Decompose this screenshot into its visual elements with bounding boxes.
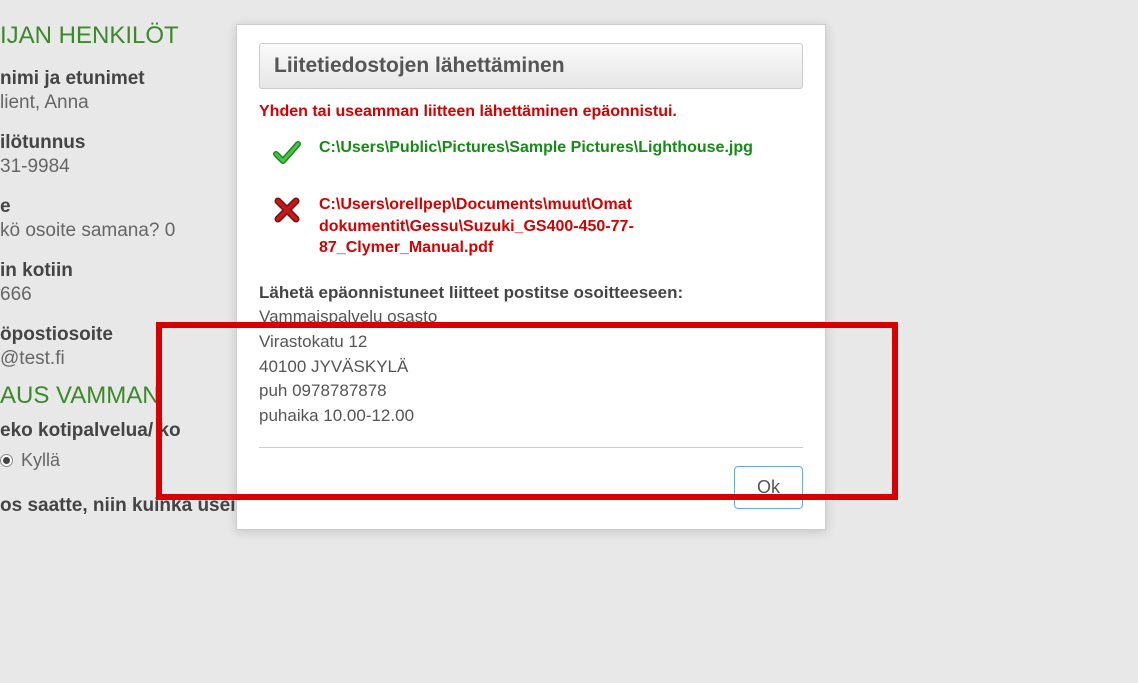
postal-address-block: Lähetä epäonnistuneet liitteet postitse … xyxy=(259,281,803,429)
cross-icon xyxy=(273,196,301,229)
attachment-upload-dialog: Liitetiedostojen lähettäminen Yhden tai … xyxy=(236,24,826,530)
address-line-city: 40100 JYVÄSKYLÄ xyxy=(259,355,803,380)
file-path-error: C:\Users\orellpep\Documents\muut\Omat do… xyxy=(319,194,803,259)
address-line-hours: puhaika 10.00-12.00 xyxy=(259,404,803,429)
checkmark-icon xyxy=(273,139,301,172)
dialog-divider xyxy=(259,447,803,448)
radio-label-yes: Kyllä xyxy=(21,450,60,471)
ok-button[interactable]: Ok xyxy=(734,466,803,509)
error-summary-text: Yhden tai useamman liitteen lähettäminen… xyxy=(259,103,803,121)
dialog-title-bar: Liitetiedostojen lähettäminen xyxy=(259,43,803,89)
radio-icon xyxy=(0,454,13,467)
file-result-success: C:\Users\Public\Pictures\Sample Pictures… xyxy=(259,137,803,172)
file-path-success: C:\Users\Public\Pictures\Sample Pictures… xyxy=(319,137,753,159)
address-line-phone: puh 0978787878 xyxy=(259,379,803,404)
address-line-street: Virastokatu 12 xyxy=(259,330,803,355)
address-heading: Lähetä epäonnistuneet liitteet postitse … xyxy=(259,281,803,306)
address-line-dept: Vammaispalvelu osasto xyxy=(259,305,803,330)
file-result-error: C:\Users\orellpep\Documents\muut\Omat do… xyxy=(259,194,803,259)
dialog-footer: Ok xyxy=(259,466,803,509)
dialog-title: Liitetiedostojen lähettäminen xyxy=(274,54,788,78)
